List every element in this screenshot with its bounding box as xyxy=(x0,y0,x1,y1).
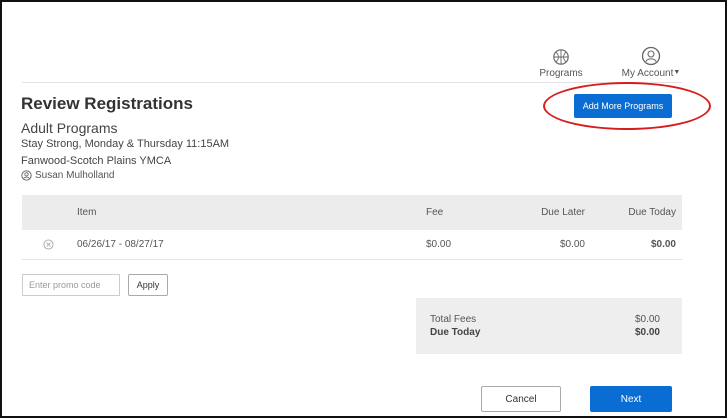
apply-promo-button[interactable]: Apply xyxy=(128,274,168,296)
page-title: Review Registrations xyxy=(21,94,193,113)
page-frame: Programs My Account▼ Review Registration… xyxy=(0,0,727,418)
nav-my-account[interactable]: My Account▼ xyxy=(614,46,688,79)
total-fees-label: Total Fees xyxy=(430,314,477,325)
item-dates: 06/26/17 - 08/27/17 xyxy=(77,239,164,250)
session-info: Stay Strong, Monday & Thursday 11:15AM xyxy=(21,138,230,150)
remove-icon[interactable] xyxy=(43,239,54,250)
user-icon xyxy=(641,46,661,66)
item-fee: $0.00 xyxy=(426,239,452,250)
table-header: Item Fee Due Later Due Today xyxy=(22,195,682,230)
column-header-fee: Fee xyxy=(426,207,444,218)
column-header-due-later: Due Later xyxy=(541,207,585,218)
nav-divider xyxy=(22,82,682,83)
next-button[interactable]: Next xyxy=(590,386,672,412)
column-header-due-today: Due Today xyxy=(628,207,676,218)
item-due-later: $0.00 xyxy=(559,239,585,250)
program-name: Adult Programs xyxy=(21,120,118,136)
basketball-icon xyxy=(553,49,569,65)
item-due-today: $0.00 xyxy=(650,239,676,250)
participant: Susan Mulholland xyxy=(21,170,115,181)
promo-code-input[interactable] xyxy=(22,274,120,296)
table-row: 06/26/17 - 08/27/17 $0.00 $0.00 $0.00 xyxy=(22,230,682,260)
location-name: Fanwood-Scotch Plains YMCA xyxy=(21,155,172,167)
totals-panel: Total Fees $0.00 Due Today $0.00 xyxy=(416,298,682,354)
total-fees-value: $0.00 xyxy=(634,314,660,325)
user-icon xyxy=(21,170,32,181)
nav-programs-label: Programs xyxy=(539,68,583,79)
nav-programs[interactable]: Programs xyxy=(532,48,590,79)
due-today-value: $0.00 xyxy=(634,327,660,338)
nav-account-label: My Account xyxy=(621,68,674,79)
participant-name: Susan Mulholland xyxy=(35,170,115,181)
highlight-annotation xyxy=(543,82,711,130)
column-header-item: Item xyxy=(77,207,97,218)
due-today-label: Due Today xyxy=(430,327,481,338)
cancel-button[interactable]: Cancel xyxy=(481,386,561,412)
chevron-down-icon: ▼ xyxy=(673,69,681,76)
